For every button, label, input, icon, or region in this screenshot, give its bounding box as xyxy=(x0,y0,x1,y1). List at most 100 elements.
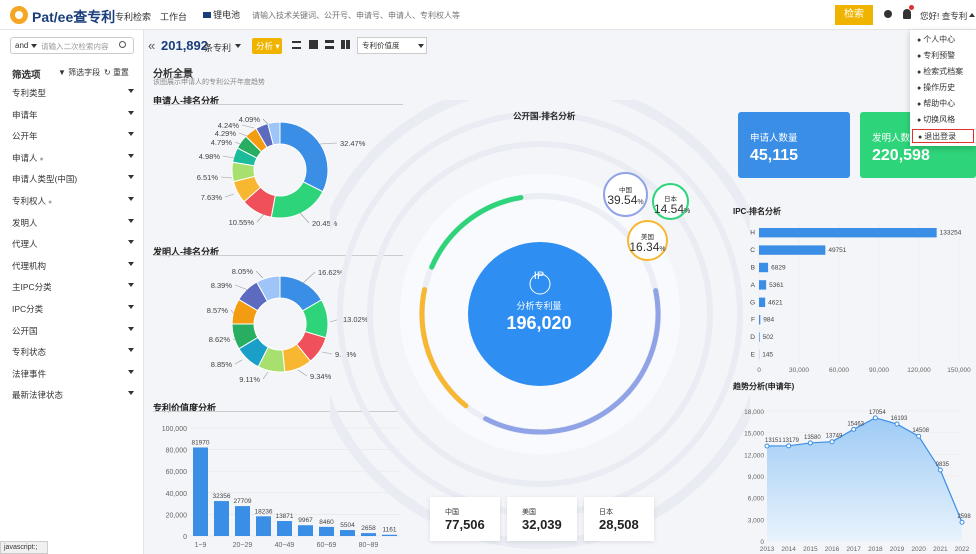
sort-select[interactable]: 专利价值度 xyxy=(357,37,427,54)
logic-select[interactable]: and xyxy=(15,41,28,50)
menu-item-0[interactable]: ● 个人中心 xyxy=(910,33,976,47)
sidebar-item[interactable]: 专利状态 xyxy=(12,346,134,358)
brand-logo[interactable]: Pat/ee查专利 xyxy=(32,7,115,27)
image-view-icon[interactable] xyxy=(309,40,318,49)
slice-label: 8.57% xyxy=(207,306,229,315)
data-point[interactable] xyxy=(916,433,922,439)
table-view-icon[interactable] xyxy=(325,40,334,49)
data-point[interactable] xyxy=(872,415,878,421)
help-icon[interactable] xyxy=(884,10,892,18)
database-select[interactable]: 锂电池 xyxy=(203,8,240,21)
menu-item-6[interactable]: ● 退出登录 xyxy=(912,129,974,143)
grid-view-icon[interactable] xyxy=(341,40,350,49)
chevron-down-icon xyxy=(128,348,134,353)
x-tick-label: 60,000 xyxy=(829,367,849,373)
stat-label: 美国 xyxy=(522,509,536,516)
data-point[interactable] xyxy=(764,443,770,449)
bar[interactable] xyxy=(759,228,937,238)
sidebar-item[interactable]: 公开年 xyxy=(12,130,134,142)
bar[interactable] xyxy=(759,332,760,342)
secondary-search-box[interactable]: and 请输入二次检索内容 xyxy=(10,37,134,54)
data-label: 14508 xyxy=(912,428,929,434)
logo-icon[interactable] xyxy=(10,6,28,24)
data-label: 16193 xyxy=(891,416,908,422)
search-input[interactable] xyxy=(250,5,835,25)
sidebar-item[interactable]: 公开国 xyxy=(12,325,134,337)
sidebar-item[interactable]: 专利类型 xyxy=(12,87,134,99)
menu-item-1[interactable]: ● 专利预警 xyxy=(910,49,976,63)
sidebar-item[interactable]: IPC分类 xyxy=(12,303,134,315)
stat-label: 中国 xyxy=(445,509,459,516)
analyze-view-button[interactable]: 分析 ▾ xyxy=(252,38,282,54)
country-bubble[interactable]: 美国 16.34% xyxy=(627,220,668,261)
bar[interactable] xyxy=(759,315,761,325)
chevron-down-icon[interactable] xyxy=(235,44,241,48)
filter-field-button[interactable]: ▼ 筛选字段 xyxy=(58,67,100,78)
bell-icon[interactable] xyxy=(903,9,911,19)
data-label: 13580 xyxy=(804,435,821,441)
sidebar-item-label: 申请人类型(中国) xyxy=(12,174,78,185)
collapse-sidebar-icon[interactable]: « xyxy=(148,38,155,53)
nav-patent-search[interactable]: 专利检索 xyxy=(115,10,151,23)
menu-item-5[interactable]: ● 切换风格 xyxy=(910,113,976,127)
chevron-up-icon[interactable] xyxy=(969,13,975,17)
y-tick-label: F xyxy=(751,317,755,324)
secondary-search-input[interactable]: 请输入二次检索内容 xyxy=(41,41,109,52)
sidebar-item-label: 专利类型 xyxy=(12,88,47,98)
data-point[interactable] xyxy=(937,467,943,473)
list-view-icon[interactable] xyxy=(292,41,301,49)
reset-button[interactable]: ↻ 重置 xyxy=(104,67,129,78)
sidebar-item[interactable]: 申请人类型(中国) xyxy=(12,173,134,185)
sidebar-item[interactable]: 法律事件 xyxy=(12,368,134,380)
data-point[interactable] xyxy=(786,443,792,449)
y-tick-label: H xyxy=(750,230,755,237)
sidebar-item[interactable]: 代理机构 xyxy=(12,260,134,272)
bar[interactable] xyxy=(298,525,313,536)
y-tick-label: 3,000 xyxy=(748,517,765,524)
country-bubble[interactable]: 中国 39.54% xyxy=(603,172,648,217)
sidebar-item[interactable]: 申请人 ● xyxy=(12,152,134,164)
sidebar-item[interactable]: 主IPC分类 xyxy=(12,281,134,293)
menu-item-4[interactable]: ● 帮助中心 xyxy=(910,97,976,111)
nav-workbench[interactable]: 工作台 xyxy=(160,10,187,23)
slice-label: 4.24% xyxy=(218,121,240,130)
top-bar: Pat/ee查专利 专利检索 工作台 锂电池 检索 您好! 查专利 xyxy=(0,0,976,30)
bar[interactable] xyxy=(759,280,767,290)
bar[interactable] xyxy=(759,245,826,255)
data-point[interactable] xyxy=(959,519,965,525)
sidebar-item[interactable]: 最新法律状态 xyxy=(12,389,134,401)
x-tick-label: 2013 xyxy=(760,546,775,553)
stat-value: 32,039 xyxy=(522,517,562,532)
bar[interactable] xyxy=(235,506,250,536)
chevron-down-icon xyxy=(128,261,134,266)
search-button[interactable]: 检索 xyxy=(835,5,873,25)
sidebar-item-label: 公开国 xyxy=(12,325,38,336)
menu-item-2[interactable]: ● 检索式档案 xyxy=(910,65,976,79)
user-greeting[interactable]: 您好! 查专利 xyxy=(920,10,967,22)
bar[interactable] xyxy=(193,447,208,536)
sidebar-item[interactable]: 发明人 xyxy=(12,217,134,229)
menu-item-label: 切换风格 xyxy=(923,115,956,124)
chevron-down-icon xyxy=(128,283,134,288)
sidebar-item[interactable]: 专利权人 ● xyxy=(12,195,134,207)
donut-slice[interactable] xyxy=(279,121,329,193)
sidebar-item-label: 代理机构 xyxy=(12,260,47,271)
bar[interactable] xyxy=(256,516,271,536)
bar[interactable] xyxy=(759,297,766,307)
leader-line xyxy=(222,155,235,159)
menu-item-3[interactable]: ● 操作历史 xyxy=(910,81,976,95)
data-point[interactable] xyxy=(807,440,813,446)
chevron-down-icon xyxy=(128,218,134,223)
x-tick-label: 2016 xyxy=(825,546,840,553)
data-point[interactable] xyxy=(829,439,835,445)
data-point[interactable] xyxy=(894,421,900,427)
search-icon[interactable] xyxy=(119,41,126,48)
ip-icon: IP xyxy=(533,270,545,282)
bar[interactable] xyxy=(214,501,229,536)
data-point[interactable] xyxy=(851,426,857,432)
bar[interactable] xyxy=(277,521,292,536)
sidebar-item[interactable]: 申请年 xyxy=(12,109,134,121)
bar[interactable] xyxy=(759,262,769,273)
country-bubble[interactable]: 日本 14.54% xyxy=(652,183,690,220)
sidebar-item[interactable]: 代理人 xyxy=(12,238,134,250)
